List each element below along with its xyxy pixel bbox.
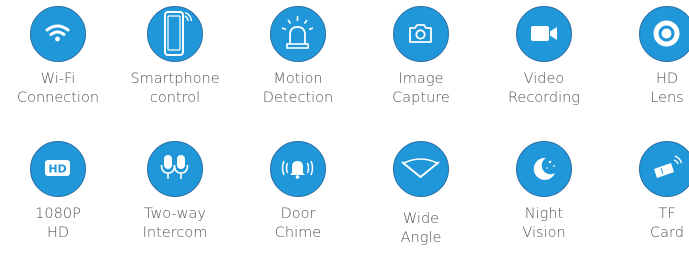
feature-label: Motion Detection bbox=[236, 70, 360, 108]
feature-label-line2: Detection bbox=[262, 90, 334, 106]
feature-label: HD Lens bbox=[605, 70, 689, 108]
feature-label-line2: Intercom bbox=[142, 225, 208, 241]
feature-label-line1: Two-way bbox=[143, 206, 206, 222]
feature-label-line2: Capture bbox=[392, 90, 450, 106]
feature-label: Image Capture bbox=[359, 70, 483, 108]
feature-label-line1: Door bbox=[280, 206, 316, 222]
feature-label-line1: Wide bbox=[402, 211, 440, 227]
hd-badge-icon: HD bbox=[30, 141, 86, 197]
wifi-icon bbox=[30, 6, 86, 62]
camera-icon bbox=[393, 6, 449, 62]
feature-label-line1: Night bbox=[524, 206, 564, 222]
lens-icon bbox=[639, 6, 689, 62]
feature-label-line1: TF bbox=[658, 206, 676, 222]
feature-label-line2: Lens bbox=[650, 90, 684, 106]
video-camera-icon bbox=[516, 6, 572, 62]
feature-label: Video Recording bbox=[482, 70, 606, 108]
svg-text:HD: HD bbox=[48, 163, 66, 176]
feature-label-line1: Motion bbox=[273, 71, 323, 87]
feature-label-line2: HD bbox=[46, 225, 70, 241]
intercom-icon bbox=[147, 141, 203, 197]
feature-label-line1: 1080P bbox=[35, 206, 81, 222]
feature-label: Two-way Intercom bbox=[113, 205, 237, 243]
smartphone-icon bbox=[147, 6, 203, 62]
feature-label-line2: Recording bbox=[507, 90, 581, 106]
feature-label: Wi-Fi Connection bbox=[0, 70, 120, 108]
feature-label-line2: control bbox=[149, 90, 201, 106]
feature-label-line2: Angle bbox=[400, 230, 442, 246]
feature-label-line1: Video bbox=[523, 71, 565, 87]
sd-card-icon bbox=[639, 141, 689, 197]
feature-label: Door Chime bbox=[236, 205, 360, 243]
moon-icon bbox=[516, 141, 572, 197]
feature-label-line2: Connection bbox=[16, 90, 100, 106]
feature-label: TF Card bbox=[605, 205, 689, 243]
feature-label-line2: Chime bbox=[274, 225, 322, 241]
feature-label: 1080P HD bbox=[0, 205, 120, 243]
wide-angle-icon bbox=[393, 141, 449, 197]
feature-label-line1: Smartphone bbox=[130, 71, 220, 87]
feature-label: Smartphone control bbox=[113, 70, 237, 108]
feature-label: Night Vision bbox=[482, 205, 606, 243]
bell-icon bbox=[270, 141, 326, 197]
feature-label: Wide Angle bbox=[359, 210, 483, 248]
feature-label-line1: HD bbox=[655, 71, 679, 87]
feature-label-line1: Image bbox=[398, 71, 444, 87]
feature-label-line2: Vision bbox=[522, 225, 566, 241]
feature-label-line2: Card bbox=[650, 225, 684, 241]
alarm-light-icon bbox=[270, 6, 326, 62]
feature-label-line1: Wi-Fi bbox=[40, 71, 76, 87]
